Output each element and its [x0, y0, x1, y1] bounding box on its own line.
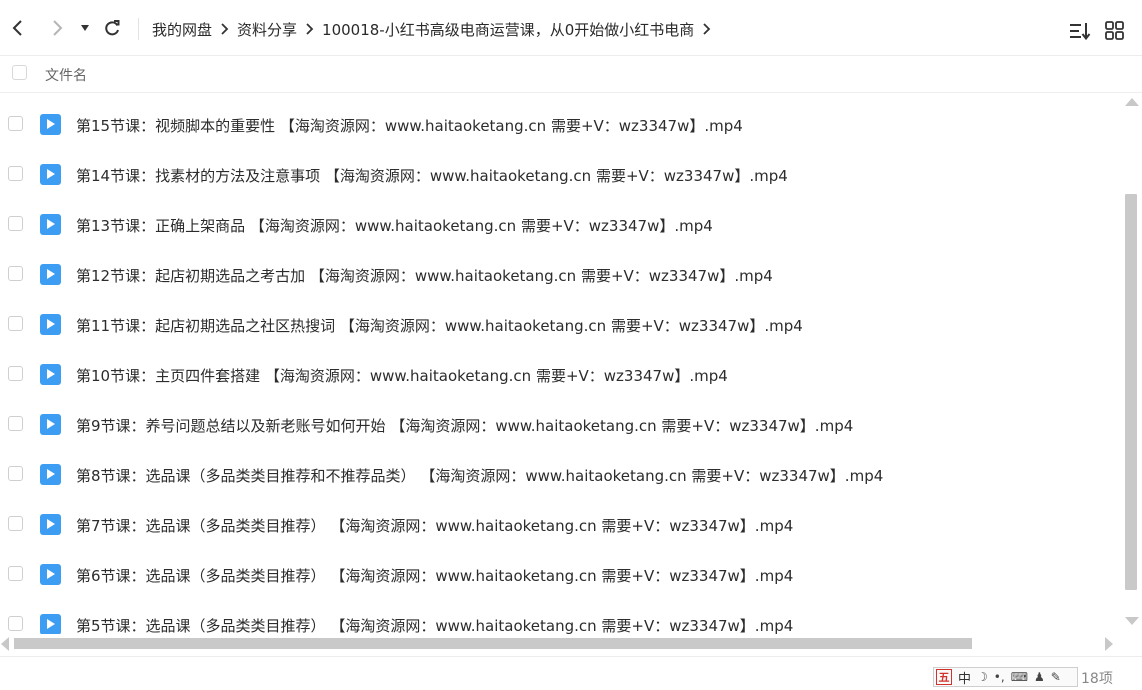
- file-name[interactable]: 第11节课：起店初期选品之社区热搜词 【海淘资源网：www.haitaoketa…: [76, 315, 803, 336]
- chevron-right-icon: [703, 23, 711, 35]
- breadcrumb: 我的网盘 资料分享 100018-小红书高级电商运营课，从0开始做小红书电商: [152, 18, 719, 40]
- file-list-header: 文件名: [0, 56, 1142, 93]
- file-name[interactable]: 第13节课：正确上架商品 【海淘资源网：www.haitaoketang.cn …: [76, 215, 713, 236]
- file-name[interactable]: 第14节课：找素材的方法及注意事项 【海淘资源网：www.haitaoketan…: [76, 165, 788, 186]
- list-item[interactable]: 第13节课：正确上架商品 【海淘资源网：www.haitaoketang.cn …: [0, 200, 1124, 250]
- list-item[interactable]: 第14节课：找素材的方法及注意事项 【海淘资源网：www.haitaoketan…: [0, 150, 1124, 200]
- scroll-right-arrow-icon[interactable]: [1105, 637, 1113, 651]
- video-file-icon: [40, 514, 61, 535]
- back-button[interactable]: [6, 16, 30, 40]
- list-item[interactable]: 第11节课：起店初期选品之社区热搜词 【海淘资源网：www.haitaoketa…: [0, 300, 1124, 350]
- video-file-icon: [40, 314, 61, 335]
- sort-list-icon: [1070, 23, 1091, 41]
- row-checkbox[interactable]: [8, 116, 23, 131]
- file-name[interactable]: 第9节课：养号问题总结以及新老账号如何开始 【海淘资源网：www.haitaok…: [76, 415, 853, 436]
- forward-button[interactable]: [45, 16, 69, 40]
- scroll-left-arrow-icon[interactable]: [1, 637, 9, 651]
- row-checkbox[interactable]: [8, 316, 23, 331]
- file-name[interactable]: 第10节课：主页四件套搭建 【海淘资源网：www.haitaoketang.cn…: [76, 365, 728, 386]
- list-item[interactable]: 第15节课：视频脚本的重要性 【海淘资源网：www.haitaoketang.c…: [0, 100, 1124, 150]
- scroll-up-arrow-icon[interactable]: [1125, 98, 1139, 106]
- refresh-icon: [105, 20, 120, 36]
- breadcrumb-item-shared[interactable]: 资料分享: [237, 19, 297, 40]
- moon-icon[interactable]: ☽: [977, 670, 988, 684]
- grid-view-button[interactable]: [1104, 20, 1126, 42]
- video-file-icon: [40, 164, 61, 185]
- video-file-icon: [40, 464, 61, 485]
- row-checkbox[interactable]: [8, 616, 23, 631]
- punctuation-icon[interactable]: •,: [994, 670, 1005, 684]
- breadcrumb-item-current-folder[interactable]: 100018-小红书高级电商运营课，从0开始做小红书电商: [322, 19, 694, 40]
- video-file-icon: [40, 564, 61, 585]
- item-count: 18项: [1081, 671, 1113, 687]
- toolbar: 我的网盘 资料分享 100018-小红书高级电商运营课，从0开始做小红书电商: [0, 0, 1142, 56]
- horizontal-scrollbar[interactable]: [0, 636, 1124, 652]
- ime-toolbar[interactable]: 五 中 ☽ •, ⌨ ♟ ✎: [933, 667, 1078, 687]
- list-item[interactable]: 第7节课：选品课（多品类类目推荐） 【海淘资源网：www.haitaoketan…: [0, 500, 1124, 550]
- row-checkbox[interactable]: [8, 366, 23, 381]
- file-name[interactable]: 第6节课：选品课（多品类类目推荐） 【海淘资源网：www.haitaoketan…: [76, 565, 793, 586]
- ime-language-mode[interactable]: 中: [958, 668, 971, 687]
- keyboard-icon[interactable]: ⌨: [1011, 670, 1028, 684]
- list-item[interactable]: 第9节课：养号问题总结以及新老账号如何开始 【海淘资源网：www.haitaok…: [0, 400, 1124, 450]
- list-item[interactable]: 第8节课：选品课（多品类类目推荐和不推荐品类） 【海淘资源网：www.haita…: [0, 450, 1124, 500]
- vertical-scrollbar[interactable]: [1124, 94, 1140, 634]
- list-item[interactable]: 第10节课：主页四件套搭建 【海淘资源网：www.haitaoketang.cn…: [0, 350, 1124, 400]
- chevron-left-icon: [12, 20, 22, 36]
- video-file-icon: [40, 264, 61, 285]
- row-checkbox[interactable]: [8, 416, 23, 431]
- chevron-right-icon: [53, 20, 63, 36]
- toolbar-divider: [138, 18, 139, 40]
- video-file-icon: [40, 114, 61, 135]
- row-checkbox[interactable]: [8, 466, 23, 481]
- file-name[interactable]: 第7节课：选品课（多品类类目推荐） 【海淘资源网：www.haitaoketan…: [76, 515, 793, 536]
- vertical-scroll-thumb[interactable]: [1125, 194, 1137, 590]
- row-checkbox[interactable]: [8, 516, 23, 531]
- video-file-icon: [40, 214, 61, 235]
- status-bar: 五 中 ☽ •, ⌨ ♟ ✎ 18项: [0, 656, 1142, 690]
- file-name[interactable]: 第15节课：视频脚本的重要性 【海淘资源网：www.haitaoketang.c…: [76, 115, 743, 136]
- file-name[interactable]: 第8节课：选品课（多品类类目推荐和不推荐品类） 【海淘资源网：www.haita…: [76, 465, 883, 486]
- column-header-filename[interactable]: 文件名: [45, 65, 87, 85]
- file-name[interactable]: 第5节课：选品课（多品类类目推荐） 【海淘资源网：www.haitaoketan…: [76, 615, 793, 634]
- refresh-button[interactable]: [100, 16, 124, 40]
- row-checkbox[interactable]: [8, 166, 23, 181]
- file-list: 第15节课：视频脚本的重要性 【海淘资源网：www.haitaoketang.c…: [0, 94, 1124, 634]
- breadcrumb-item-my-drive[interactable]: 我的网盘: [152, 19, 212, 40]
- list-item[interactable]: 第12节课：起店初期选品之考古加 【海淘资源网：www.haitaoketang…: [0, 250, 1124, 300]
- row-checkbox[interactable]: [8, 566, 23, 581]
- history-dropdown[interactable]: [75, 16, 95, 40]
- list-item[interactable]: 第6节课：选品课（多品类类目推荐） 【海淘资源网：www.haitaoketan…: [0, 550, 1124, 600]
- sort-button[interactable]: [1069, 20, 1091, 42]
- video-file-icon: [40, 364, 61, 385]
- grid-view-icon: [1105, 21, 1124, 40]
- video-file-icon: [40, 614, 61, 634]
- caret-down-icon: [81, 25, 89, 31]
- chevron-right-icon: [306, 23, 314, 35]
- user-icon[interactable]: ♟: [1034, 670, 1045, 684]
- row-checkbox[interactable]: [8, 266, 23, 281]
- file-name[interactable]: 第12节课：起店初期选品之考古加 【海淘资源网：www.haitaoketang…: [76, 265, 773, 286]
- row-checkbox[interactable]: [8, 216, 23, 231]
- chevron-right-icon: [221, 23, 229, 35]
- select-all-checkbox[interactable]: [12, 65, 27, 80]
- list-item[interactable]: 第5节课：选品课（多品类类目推荐） 【海淘资源网：www.haitaoketan…: [0, 600, 1124, 634]
- ime-logo[interactable]: 五: [936, 669, 952, 685]
- wrench-icon[interactable]: ✎: [1051, 670, 1061, 684]
- video-file-icon: [40, 414, 61, 435]
- horizontal-scroll-thumb[interactable]: [14, 638, 972, 649]
- scroll-down-arrow-icon[interactable]: [1125, 617, 1139, 625]
